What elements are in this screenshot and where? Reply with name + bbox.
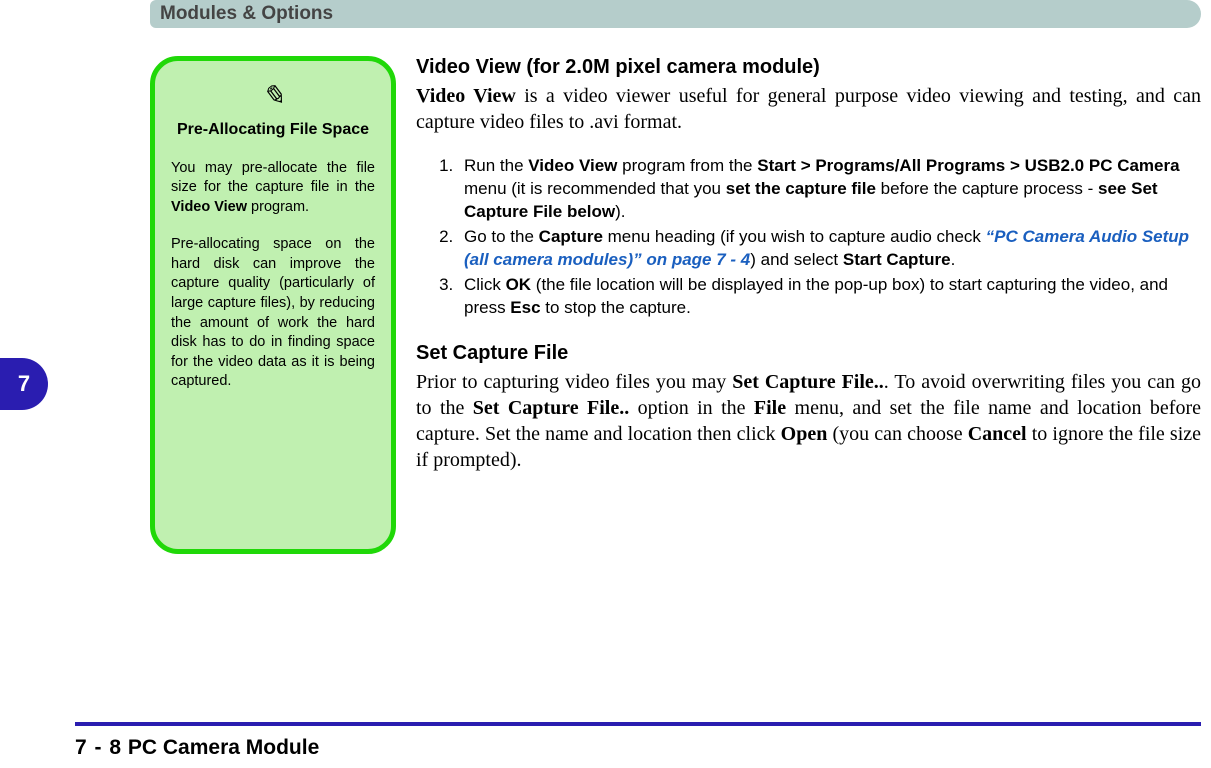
section-header-title: Modules & Options xyxy=(160,3,333,25)
main-content: Video View (for 2.0M pixel camera module… xyxy=(416,56,1201,493)
pencil-icon: ✎ xyxy=(171,79,375,113)
chapter-tab: 7 xyxy=(0,358,48,410)
page-footer: 7 - 8 PC Camera Module xyxy=(75,736,319,760)
sidebar-heading: Pre-Allocating File Space xyxy=(171,119,375,141)
step-1: Run the Video View program from the Star… xyxy=(458,155,1201,224)
footer-title: PC Camera Module xyxy=(128,736,319,759)
heading-set-capture-file: Set Capture File xyxy=(416,342,1201,365)
step-3: Click OK (the file location will be disp… xyxy=(458,274,1201,320)
section-header: Modules & Options xyxy=(150,0,1201,28)
sidebar-para-1: You may pre-allocate the file size for t… xyxy=(171,159,375,218)
sidebar-para-2: Pre-allocating space on the hard disk ca… xyxy=(171,235,375,392)
heading-video-view: Video View (for 2.0M pixel camera module… xyxy=(416,56,1201,79)
steps-list: Run the Video View program from the Star… xyxy=(416,155,1201,320)
set-capture-file-paragraph: Prior to capturing video files you may S… xyxy=(416,369,1201,473)
page-number: 7 - 8 xyxy=(75,736,122,759)
chapter-number: 7 xyxy=(18,371,30,397)
intro-paragraph: Video View is a video viewer useful for … xyxy=(416,83,1201,135)
footer-rule xyxy=(75,722,1201,726)
step-2: Go to the Capture menu heading (if you w… xyxy=(458,226,1201,272)
sidebar-note: ✎ Pre-Allocating File Space You may pre-… xyxy=(150,56,396,554)
